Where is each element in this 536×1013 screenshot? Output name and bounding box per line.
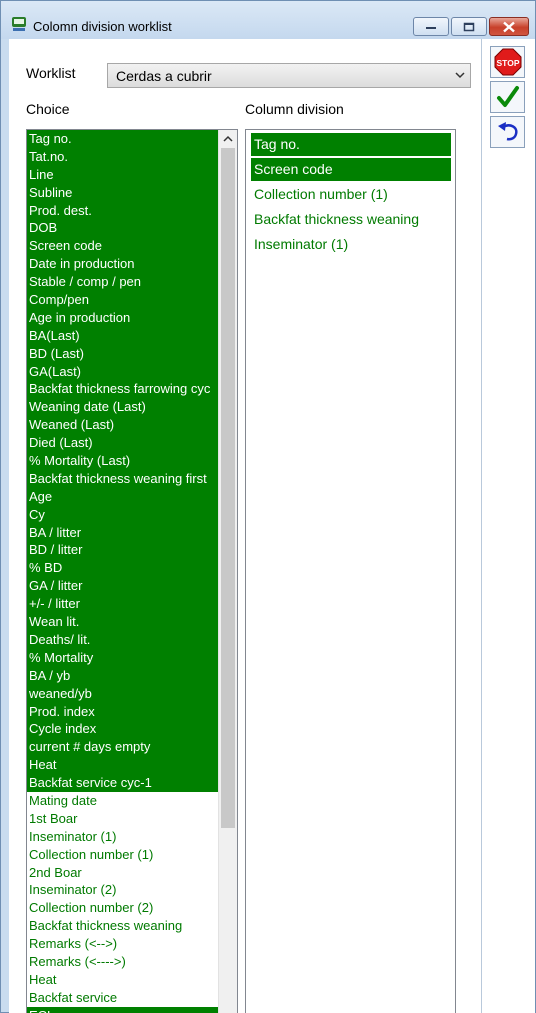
checkmark-icon xyxy=(496,86,519,107)
choice-item[interactable]: GA(Last) xyxy=(27,362,218,381)
choice-list: Tag no. Tat.no. Line Subline Prod. dest. DOB S… xyxy=(27,130,218,1013)
choice-item[interactable]: 1st Boar xyxy=(27,809,218,828)
choice-item[interactable]: Wean lit. xyxy=(27,613,218,631)
choice-item[interactable]: GA / litter xyxy=(27,577,218,596)
maximize-icon xyxy=(463,22,475,31)
choice-item[interactable]: Stable / comp / pen xyxy=(27,273,218,292)
worklist-label: Worklist xyxy=(26,65,76,81)
worklist-dropdown[interactable]: Cerdas a cubrir xyxy=(107,63,471,88)
choice-item[interactable]: Remarks (<-->) xyxy=(27,935,218,953)
choice-item[interactable]: ECL xyxy=(27,1006,218,1013)
choice-listbox[interactable]: Tag no. Tat.no. Line Subline Prod. dest. DOB S… xyxy=(26,129,238,1013)
stop-button[interactable]: STOP xyxy=(490,46,525,78)
choice-item[interactable]: Date in production xyxy=(27,255,218,274)
choice-item[interactable]: Collection number (1) xyxy=(27,845,218,864)
choice-item[interactable]: Collection number (2) xyxy=(27,899,218,918)
choice-item[interactable]: Inseminator (2) xyxy=(27,881,218,900)
column-division-list: Tag no. Screen code Collection number (1) B… xyxy=(251,133,451,258)
choice-item[interactable]: +/- / litter xyxy=(27,595,218,614)
ok-button[interactable] xyxy=(490,81,525,113)
choice-item[interactable]: Backfat thickness farrowing cyc xyxy=(27,380,218,399)
choice-item[interactable]: Backfat service xyxy=(27,988,218,1007)
choice-item[interactable]: DOB xyxy=(27,219,218,238)
choice-item[interactable]: % BD xyxy=(27,559,218,578)
choice-item[interactable]: current # days empty xyxy=(27,738,218,757)
choice-item[interactable]: % Mortality xyxy=(27,648,218,667)
maximize-button[interactable] xyxy=(451,17,487,36)
choice-item[interactable]: Prod. index xyxy=(27,702,218,721)
choice-item[interactable]: Heat xyxy=(27,756,218,775)
choice-item[interactable]: Mating date xyxy=(27,791,218,810)
chevron-up-icon xyxy=(223,135,233,142)
scroll-thumb[interactable] xyxy=(221,148,235,828)
choice-item[interactable]: Remarks (<---->) xyxy=(27,952,218,971)
choice-item[interactable]: Tat.no. xyxy=(27,147,218,166)
choice-item[interactable]: Cycle index xyxy=(27,720,218,739)
choice-item[interactable]: BA(Last) xyxy=(27,326,218,345)
choice-scrollbar[interactable] xyxy=(218,130,237,1013)
choice-item[interactable]: Weaned (Last) xyxy=(27,416,218,435)
choice-item[interactable]: BA / yb xyxy=(27,666,218,685)
main-panel: Worklist Cerdas a cubrir Choice Column d… xyxy=(9,39,481,1013)
choice-item[interactable]: Deaths/ lit. xyxy=(27,630,218,649)
worklist-selected-value: Cerdas a cubrir xyxy=(116,68,212,84)
choice-item[interactable]: Age in production xyxy=(27,308,218,327)
title-bar[interactable]: Colomn division worklist xyxy=(1,1,535,39)
choice-item[interactable]: Heat xyxy=(27,970,218,989)
close-icon xyxy=(503,21,515,32)
choice-item[interactable]: Comp/pen xyxy=(27,291,218,309)
choice-item[interactable]: Backfat thickness weaning first xyxy=(27,469,218,488)
choice-item[interactable]: Backfat thickness weaning xyxy=(27,917,218,936)
choice-item[interactable]: % Mortality (Last) xyxy=(27,452,218,470)
column-division-item[interactable]: Screen code xyxy=(251,158,451,181)
choice-item[interactable]: Line xyxy=(27,165,218,184)
choice-item[interactable]: BD (Last) xyxy=(27,344,218,363)
choice-item[interactable]: weaned/yb xyxy=(27,684,218,703)
choice-item[interactable]: Tag no. xyxy=(27,130,218,148)
column-division-item[interactable]: Backfat thickness weaning xyxy=(251,208,451,231)
choice-item[interactable]: Backfat service cyc-1 xyxy=(27,774,218,792)
choice-item[interactable]: Weaning date (Last) xyxy=(27,398,218,417)
choice-item[interactable]: Subline xyxy=(27,183,218,202)
choice-label: Choice xyxy=(26,101,70,117)
close-button[interactable] xyxy=(489,17,529,36)
stop-icon: STOP xyxy=(494,48,521,76)
choice-item[interactable]: Cy xyxy=(27,505,218,524)
choice-item[interactable]: Inseminator (1) xyxy=(27,827,218,846)
stop-sign-text: STOP xyxy=(496,58,519,68)
column-division-item[interactable]: Collection number (1) xyxy=(251,183,451,206)
undo-button[interactable] xyxy=(490,116,525,148)
chevron-down-icon xyxy=(455,72,465,79)
choice-item[interactable]: Prod. dest. xyxy=(27,201,218,220)
action-toolbar: STOP xyxy=(481,39,535,1013)
column-division-item[interactable]: Inseminator (1) xyxy=(251,233,451,256)
column-division-label: Column division xyxy=(245,101,344,117)
worklist-window: Colomn division worklist Worklist Cerdas… xyxy=(0,0,536,1013)
choice-item[interactable]: Age xyxy=(27,487,218,506)
minimize-button[interactable] xyxy=(413,17,449,36)
column-division-listbox[interactable]: Tag no. Screen code Collection number (1) B… xyxy=(245,129,456,1013)
choice-item[interactable]: BA / litter xyxy=(27,523,218,542)
scroll-up-button[interactable] xyxy=(219,130,237,147)
minimize-icon xyxy=(426,26,436,29)
app-icon xyxy=(12,17,26,31)
choice-item[interactable]: Died (Last) xyxy=(27,434,218,453)
column-division-item[interactable]: Tag no. xyxy=(251,133,451,156)
choice-item[interactable]: Screen code xyxy=(27,237,218,256)
undo-icon xyxy=(497,122,518,141)
window-title: Colomn division worklist xyxy=(33,19,172,34)
choice-item[interactable]: 2nd Boar xyxy=(27,863,218,882)
choice-item[interactable]: BD / litter xyxy=(27,541,218,560)
